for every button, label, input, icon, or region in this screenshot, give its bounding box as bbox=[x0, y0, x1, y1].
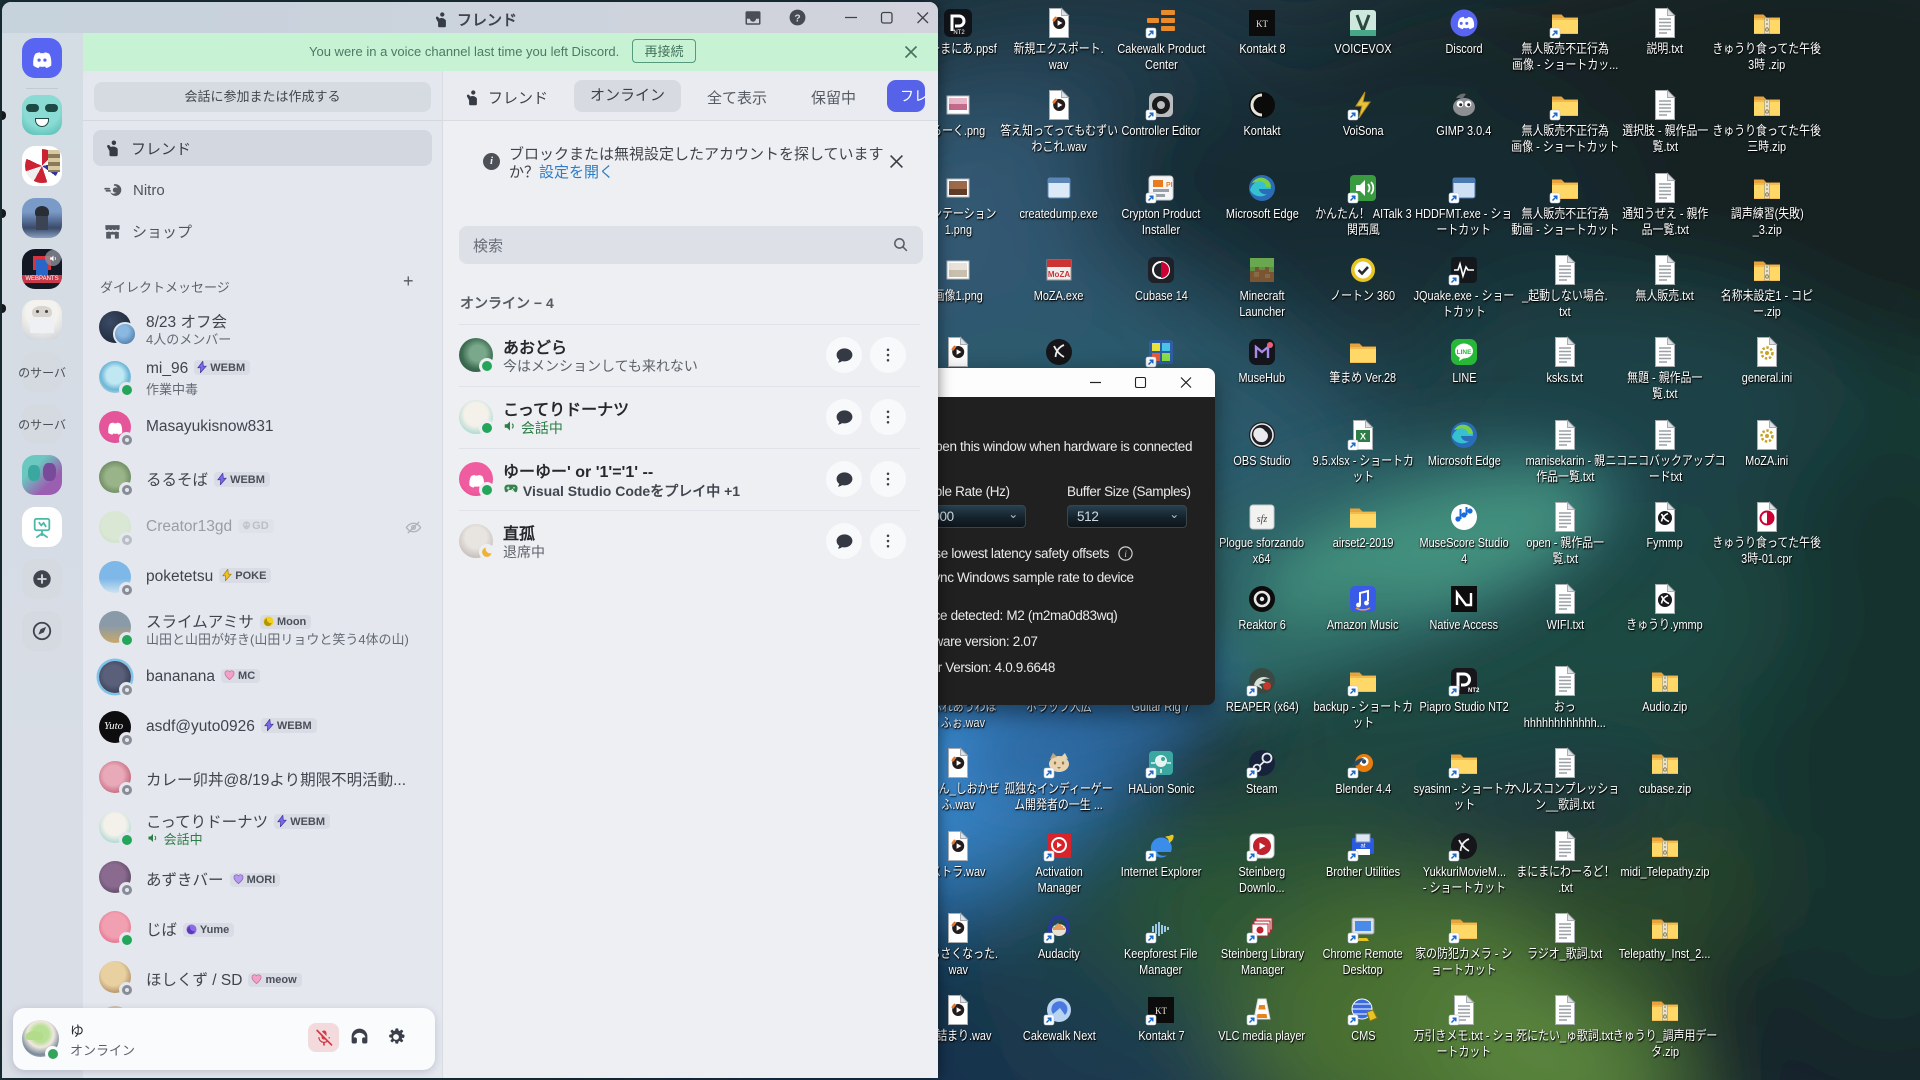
svg-text:NT2: NT2 bbox=[1468, 688, 1480, 694]
svg-text:?: ? bbox=[794, 13, 800, 24]
svg-text:at: at bbox=[1360, 844, 1365, 850]
svg-text:X: X bbox=[1360, 432, 1366, 442]
svg-text:MoZA: MoZA bbox=[1048, 270, 1070, 279]
svg-text:PI: PI bbox=[1166, 182, 1173, 189]
svg-text:LINE: LINE bbox=[1457, 349, 1472, 356]
svg-text:i: i bbox=[1125, 549, 1128, 559]
svg-text:sfz: sfz bbox=[1257, 514, 1268, 525]
svg-text:NT2: NT2 bbox=[953, 30, 965, 36]
svg-text:KT: KT bbox=[1155, 1006, 1167, 1016]
svg-text:KT: KT bbox=[1256, 19, 1268, 29]
